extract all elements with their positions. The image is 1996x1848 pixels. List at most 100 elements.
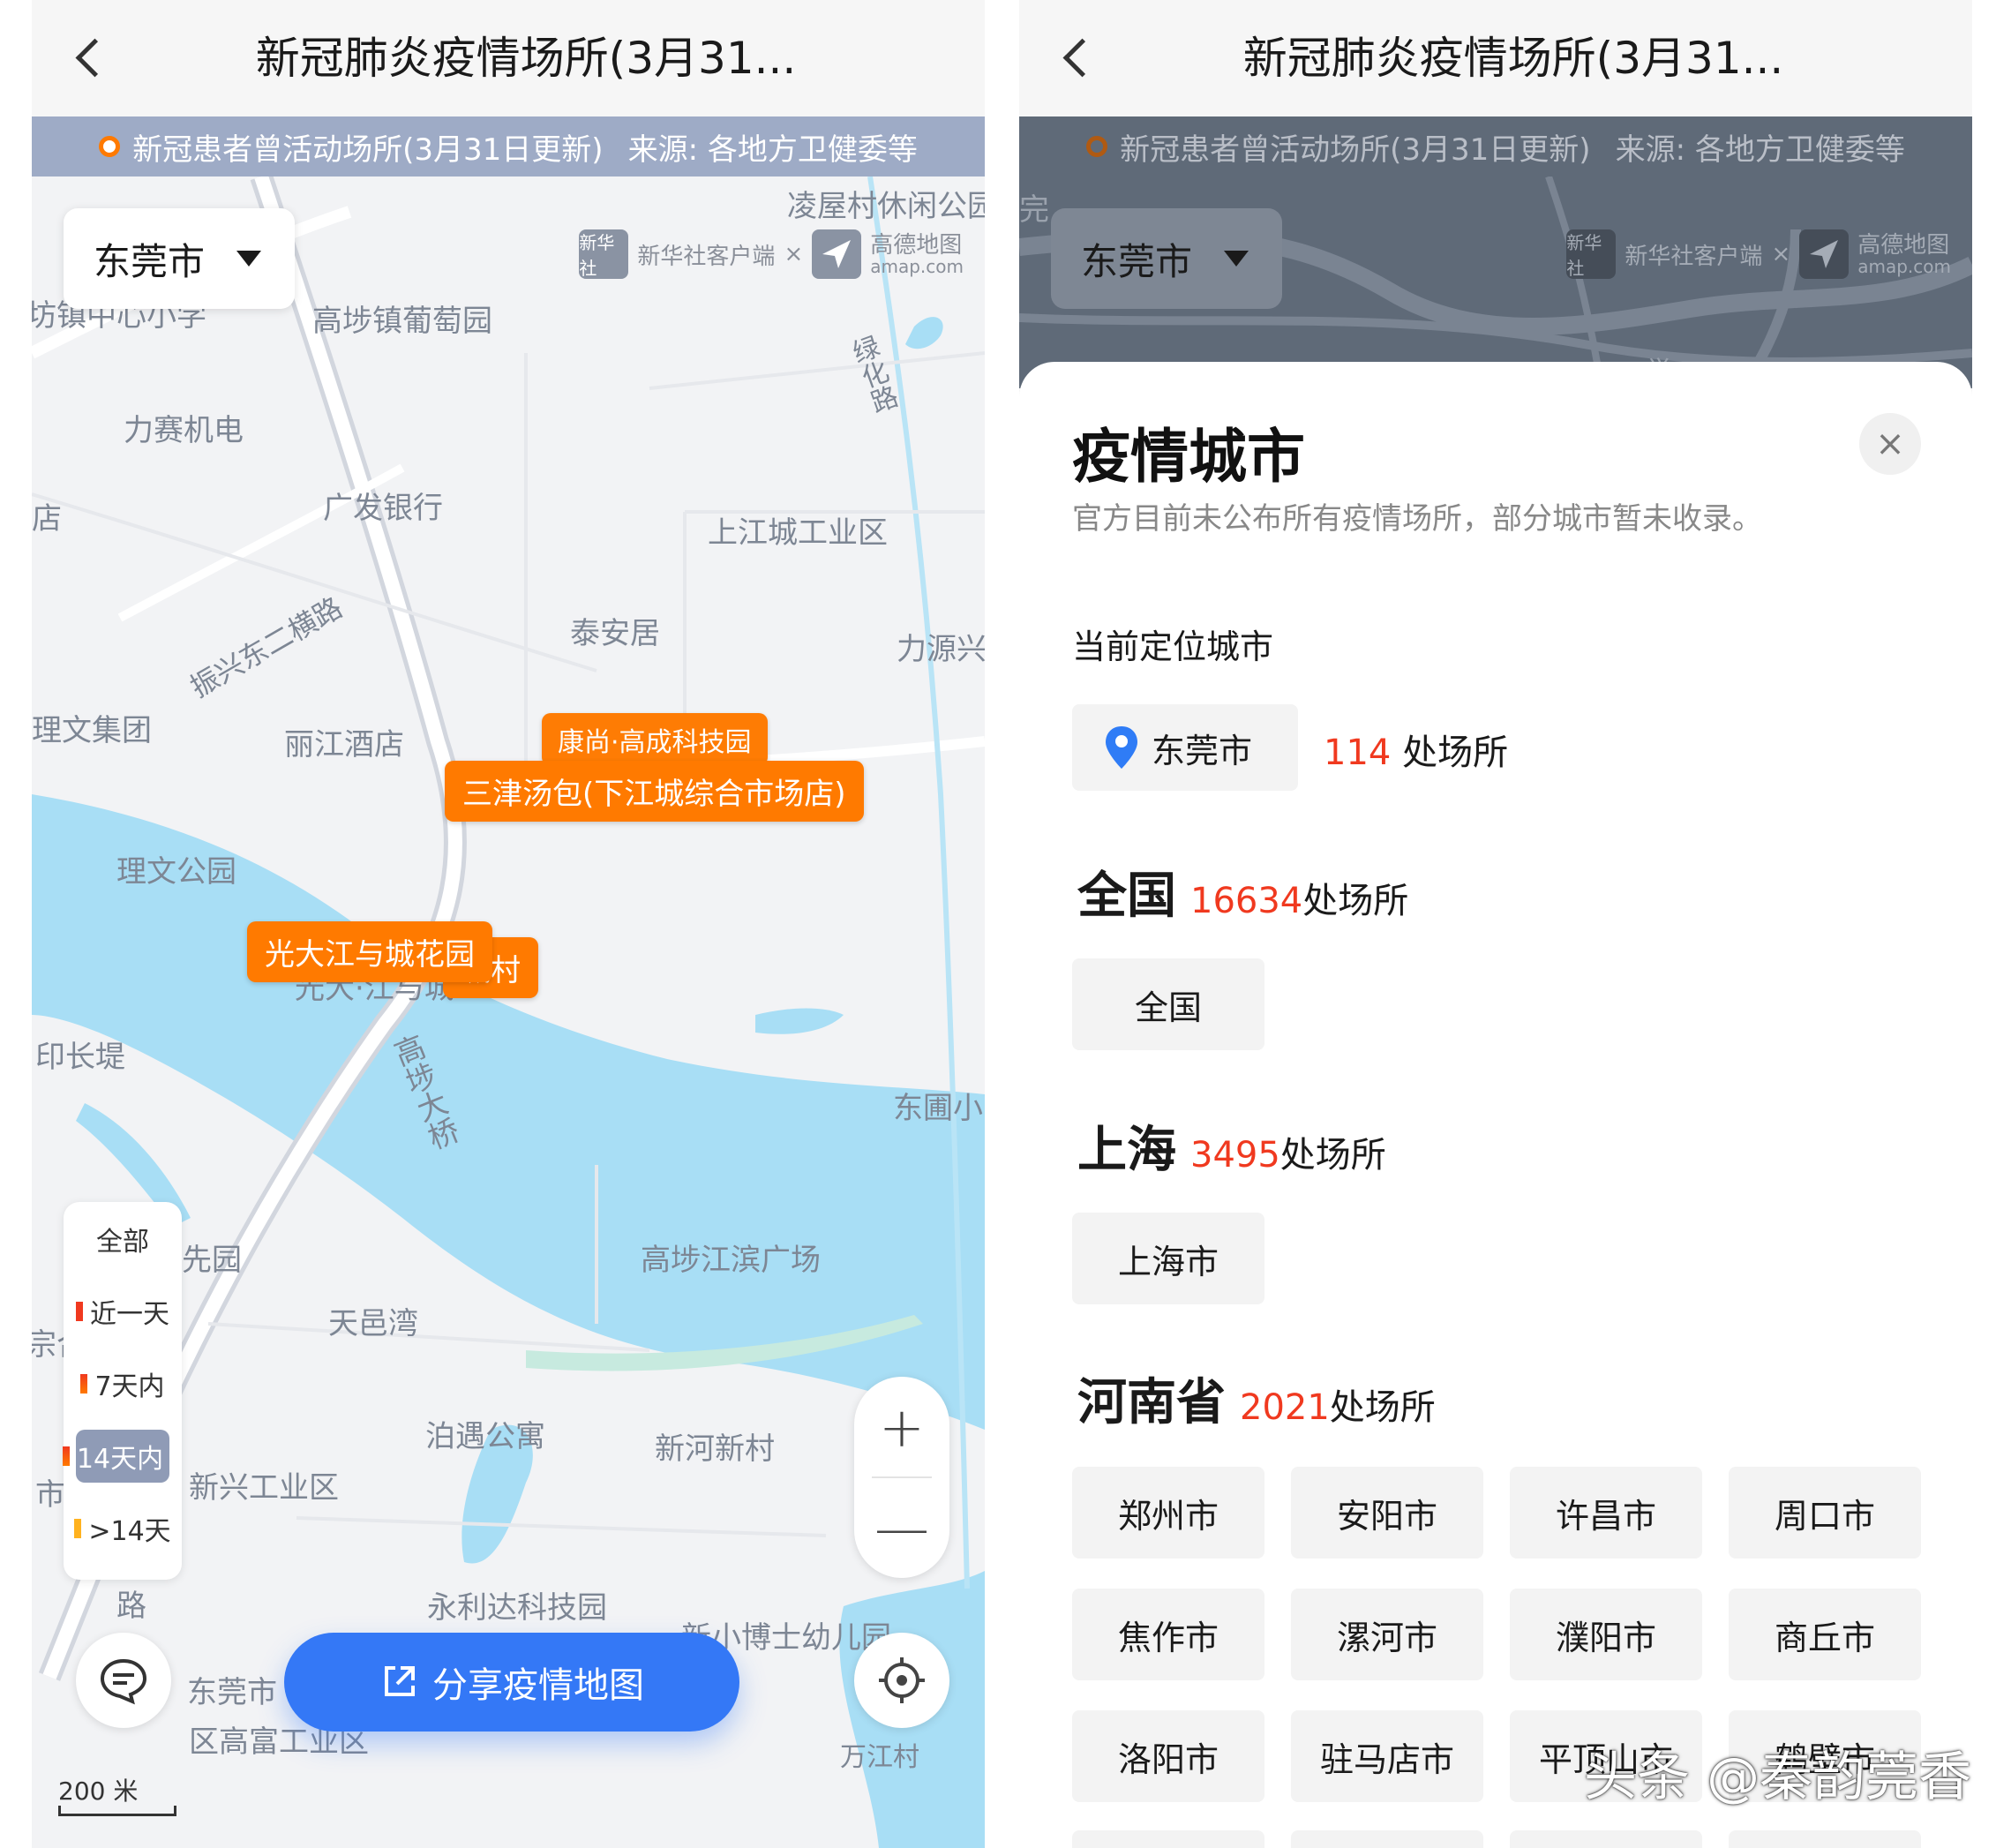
scale-label: 200 米 bbox=[58, 1777, 139, 1806]
group-name: 河南省 bbox=[1077, 1374, 1226, 1431]
city-chip[interactable] bbox=[1291, 1830, 1483, 1848]
city-selector: 东莞市 bbox=[1051, 208, 1282, 309]
back-button[interactable] bbox=[58, 26, 120, 88]
group-count: 2021 bbox=[1240, 1387, 1330, 1428]
close-button[interactable]: × bbox=[1859, 413, 1921, 475]
current-city-count: 114 处场所 bbox=[1324, 724, 1508, 775]
feedback-button[interactable] bbox=[76, 1633, 171, 1728]
city-sheet: 疫情城市 × 官方目前未公布所有疫情场所，部分城市暂未收录。 当前定位城市 东莞… bbox=[1019, 362, 1972, 1848]
location-pin-icon bbox=[1106, 726, 1137, 769]
city-chip[interactable] bbox=[1729, 1830, 1921, 1848]
city-chip[interactable]: 上海市 bbox=[1072, 1213, 1264, 1304]
filter-label: 14天内 bbox=[76, 1444, 164, 1475]
sheet-title: 疫情城市 bbox=[1072, 423, 1305, 491]
share-icon bbox=[385, 1666, 415, 1696]
current-city-name: 东莞市 bbox=[1152, 731, 1253, 770]
filter-label: 近一天 bbox=[90, 1299, 169, 1330]
header: 新冠肺炎疫情场所(3月31... bbox=[32, 0, 985, 116]
place-pin[interactable]: 康尚·高成科技园 bbox=[542, 713, 768, 766]
city-selector-label: 东莞市 bbox=[94, 239, 206, 283]
filter-seven-days[interactable]: 7天内 bbox=[64, 1357, 182, 1410]
city-chip[interactable]: 郑州市 bbox=[1072, 1467, 1264, 1559]
notice-text: 新冠患者曾活动场所(3月31日更新) bbox=[132, 131, 604, 168]
group-name: 全国 bbox=[1077, 868, 1176, 925]
caret-down-icon bbox=[236, 251, 261, 267]
brand-logos: 新华社 新华社客户端 × 高德地图 amap.com bbox=[579, 229, 964, 279]
group-suffix: 处场所 bbox=[1302, 881, 1409, 921]
group-suffix: 处场所 bbox=[1329, 1387, 1436, 1428]
city-chip[interactable]: 濮阳市 bbox=[1510, 1589, 1702, 1680]
filter-over-fourteen-days[interactable]: >14天 bbox=[64, 1502, 182, 1555]
map-label: 力源兴 bbox=[897, 632, 985, 667]
map-label: 市 bbox=[35, 1477, 65, 1513]
xinhua-label: 新华社客户端 bbox=[637, 243, 776, 270]
city-chip[interactable]: 许昌市 bbox=[1510, 1467, 1702, 1559]
notice-dot-icon bbox=[99, 136, 121, 157]
amap-domain: amap.com bbox=[1857, 256, 1951, 277]
map-label: 店 bbox=[32, 501, 62, 537]
update-notice: 新冠患者曾活动场所(3月31日更新) 来源: 各地方卫健委等 bbox=[32, 116, 985, 177]
city-selector-label: 东莞市 bbox=[1081, 239, 1193, 283]
city-chip[interactable]: 商丘市 bbox=[1729, 1589, 1921, 1680]
city-chip[interactable]: 全国 bbox=[1072, 958, 1264, 1050]
amap-logo-icon bbox=[812, 229, 862, 279]
group-name: 上海 bbox=[1077, 1122, 1176, 1179]
xinhua-logo-icon: 新华社 bbox=[1566, 229, 1617, 279]
city-chip[interactable] bbox=[1072, 1830, 1264, 1848]
map-view[interactable]: 凌屋村休闲公园 坊镇中心小学 高埗镇葡萄园 绿化路 力赛机电 店 广发银行 上江… bbox=[32, 177, 985, 1848]
city-selector[interactable]: 东莞市 bbox=[64, 208, 295, 309]
legend-swatch bbox=[80, 1374, 88, 1394]
filter-label: >14天 bbox=[88, 1516, 171, 1547]
filter-one-day[interactable]: 近一天 bbox=[64, 1285, 182, 1338]
map-screen: 新冠肺炎疫情场所(3月31... 新冠患者曾活动场所(3月31日更新) 来源: … bbox=[32, 0, 985, 1848]
notice-source: 来源: 各地方卫健委等 bbox=[1615, 131, 1905, 168]
filter-fourteen-days[interactable]: 14天内 bbox=[62, 1430, 169, 1483]
legend-swatch bbox=[74, 1519, 82, 1538]
chat-icon bbox=[100, 1658, 147, 1705]
zoom-out-button[interactable]: — bbox=[854, 1477, 949, 1578]
amap-label: 高德地图 bbox=[1857, 232, 1950, 259]
city-chip[interactable]: 安阳市 bbox=[1291, 1467, 1483, 1559]
amap-domain: amap.com bbox=[870, 256, 964, 277]
group-suffix: 处场所 bbox=[1279, 1135, 1386, 1176]
logo-separator: × bbox=[784, 241, 804, 267]
place-pin[interactable]: 三津汤包(下江城综合市场店) bbox=[445, 761, 864, 822]
city-chip[interactable]: 周口市 bbox=[1729, 1467, 1921, 1559]
amap-label-group: 高德地图 amap.com bbox=[1857, 233, 1951, 275]
filter-all[interactable]: 全部 bbox=[64, 1213, 182, 1266]
share-map-button[interactable]: 分享疫情地图 bbox=[284, 1633, 739, 1732]
legend-swatch bbox=[62, 1446, 70, 1466]
group-header: 河南省 2021处场所 bbox=[1077, 1363, 1436, 1434]
city-chip[interactable]: 洛阳市 bbox=[1072, 1710, 1264, 1802]
update-notice: 新冠患者曾活动场所(3月31日更新) 来源: 各地方卫健委等 bbox=[1019, 116, 1972, 177]
city-chip[interactable]: 焦作市 bbox=[1072, 1589, 1264, 1680]
locate-button[interactable] bbox=[854, 1633, 949, 1728]
map-label: 理文公园 bbox=[116, 854, 236, 890]
group-header: 全国 16634处场所 bbox=[1077, 856, 1408, 928]
xinhua-logo-icon: 新华社 bbox=[579, 229, 629, 279]
back-button[interactable] bbox=[1046, 26, 1107, 88]
filter-label: 7天内 bbox=[94, 1371, 165, 1402]
header: 新冠肺炎疫情场所(3月31... bbox=[1019, 0, 1972, 116]
map-label: 力赛机电 bbox=[124, 413, 244, 448]
map-label: 万江村 bbox=[840, 1742, 919, 1773]
city-chip[interactable]: 驻马店市 bbox=[1291, 1710, 1483, 1802]
amap-label-group: 高德地图 amap.com bbox=[870, 233, 964, 275]
city-chip[interactable] bbox=[1510, 1830, 1702, 1848]
map-label: 上江城工业区 bbox=[708, 515, 888, 551]
place-pin[interactable]: 光大江与城花园 bbox=[247, 921, 492, 982]
map-label: 永利达科技园 bbox=[427, 1590, 607, 1626]
brand-logos: 新华社 新华社客户端 × 高德地图 amap.com bbox=[1566, 229, 1951, 279]
city-chip[interactable]: 漯河市 bbox=[1291, 1589, 1483, 1680]
notice-source: 来源: 各地方卫健委等 bbox=[627, 131, 918, 168]
current-city-chip[interactable]: 东莞市 bbox=[1072, 704, 1298, 791]
group-header: 上海 3495处场所 bbox=[1077, 1110, 1386, 1182]
page-title: 新冠肺炎疫情场所(3月31... bbox=[1242, 33, 1784, 84]
map-label: 泰安居 bbox=[570, 616, 660, 651]
map-label: 先园 bbox=[182, 1243, 242, 1278]
scale-bar bbox=[58, 1806, 176, 1816]
map-label: 东圃小 bbox=[893, 1091, 983, 1126]
share-label: 分享疫情地图 bbox=[432, 1665, 644, 1706]
zoom-in-button[interactable]: + bbox=[854, 1377, 949, 1477]
locate-icon bbox=[879, 1657, 925, 1703]
